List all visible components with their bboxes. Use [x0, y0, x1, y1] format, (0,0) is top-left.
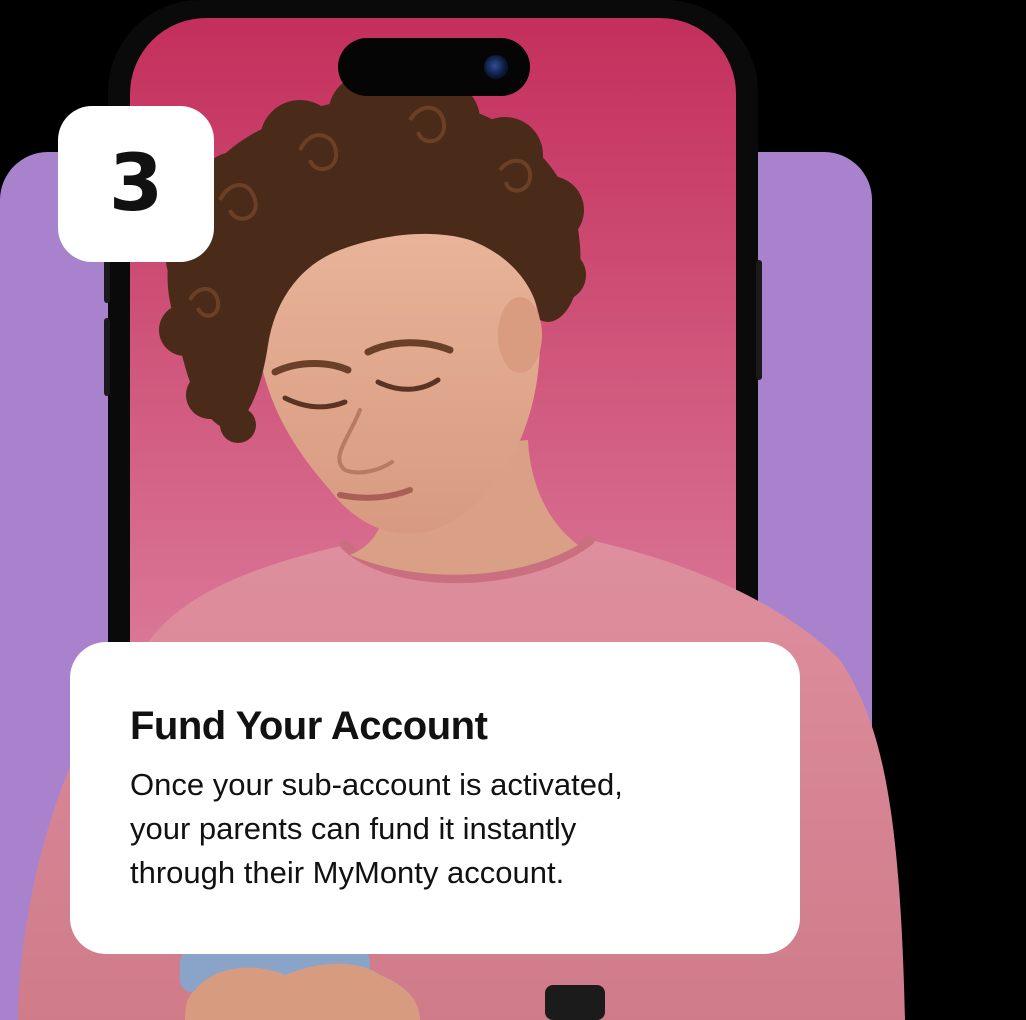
card-body-line: Once your sub-account is activated,	[130, 767, 623, 802]
front-camera-icon	[484, 55, 508, 79]
card-body-line: through their MyMonty account.	[130, 855, 565, 890]
watch	[545, 985, 605, 1020]
step-badge: 3	[58, 106, 214, 262]
promo-stage: 3 Fund Your Account Once your sub-accoun…	[0, 0, 1026, 1020]
dynamic-island	[338, 38, 530, 96]
card-body-line: your parents can fund it instantly	[130, 811, 577, 846]
card-body: Once your sub-account is activated, your…	[130, 763, 760, 895]
info-card: Fund Your Account Once your sub-account …	[70, 642, 800, 954]
card-title: Fund Your Account	[130, 704, 488, 748]
step-number: 3	[108, 139, 164, 229]
ear	[498, 297, 542, 373]
